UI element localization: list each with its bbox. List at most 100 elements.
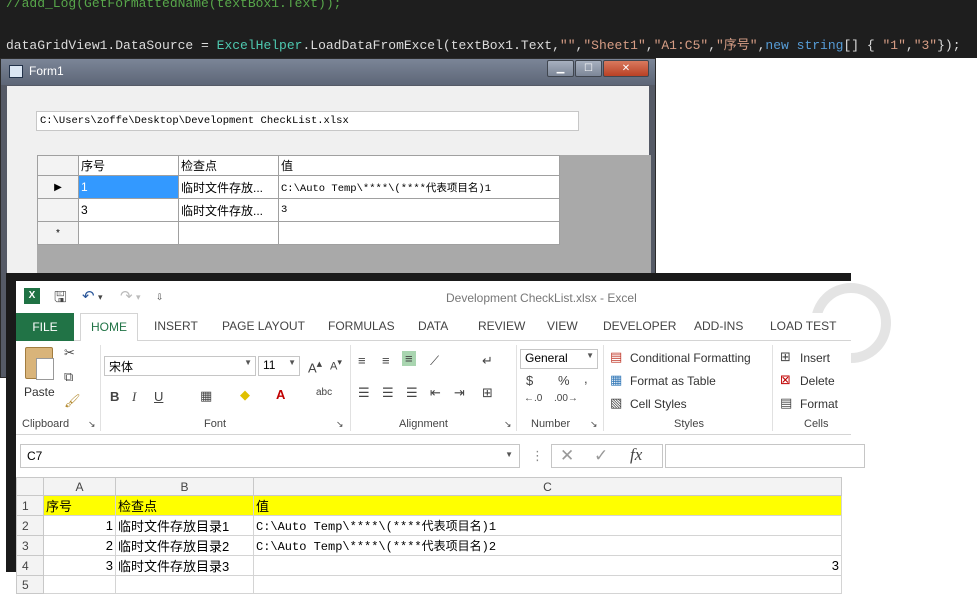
- font-size-select[interactable]: 11 ▼: [258, 356, 300, 376]
- decrease-font-icon[interactable]: A▾: [330, 357, 342, 373]
- close-button[interactable]: ✕: [603, 60, 649, 77]
- formula-input[interactable]: [665, 444, 865, 468]
- row-header[interactable]: 5: [16, 575, 44, 594]
- tab-page-layout[interactable]: PAGE LAYOUT: [222, 319, 305, 333]
- cell-a2[interactable]: 1: [43, 515, 116, 536]
- cell-b1[interactable]: 检查点: [115, 495, 254, 516]
- excel-titlebar[interactable]: X 🖫 ↶ ▾ ↷ ▾ ⇩ Development CheckList.xlsx…: [16, 281, 891, 363]
- cell-c2[interactable]: C:\Auto Temp\****\(****代表项目名)1: [253, 515, 842, 536]
- format-cells-icon[interactable]: ▤: [780, 395, 792, 411]
- form1-titlebar[interactable]: Form1 ▁ ☐ ✕: [1, 59, 655, 85]
- grid-column-header[interactable]: 序号: [78, 155, 179, 176]
- borders-icon[interactable]: ▦: [200, 388, 212, 404]
- dialog-launcher-icon[interactable]: ↘: [88, 419, 96, 430]
- cell-c3[interactable]: C:\Auto Temp\****\(****代表项目名)2: [253, 535, 842, 556]
- column-header-b[interactable]: B: [115, 477, 254, 496]
- column-header-a[interactable]: A: [43, 477, 116, 496]
- grid-cell[interactable]: [278, 221, 560, 245]
- row-selector-icon[interactable]: ▶: [37, 175, 79, 199]
- copy-icon[interactable]: ⧉: [64, 369, 73, 385]
- dialog-launcher-icon[interactable]: ↘: [336, 419, 344, 430]
- percent-icon[interactable]: %: [558, 373, 570, 388]
- cell-styles-icon[interactable]: ▧: [610, 395, 622, 411]
- phonetic-icon[interactable]: abc: [316, 387, 332, 398]
- delete-cells-button[interactable]: Delete: [800, 374, 835, 388]
- cell-b3[interactable]: 临时文件存放目录2: [115, 535, 254, 556]
- grid-column-header[interactable]: 值: [278, 155, 560, 176]
- format-as-table-icon[interactable]: ▦: [610, 372, 622, 388]
- name-box[interactable]: C7 ▼: [20, 444, 520, 468]
- undo-dropdown-icon[interactable]: ▾: [98, 292, 103, 303]
- orientation-icon[interactable]: ⟋: [430, 353, 439, 369]
- dialog-launcher-icon[interactable]: ↘: [590, 419, 598, 430]
- align-top-icon[interactable]: ≡: [358, 353, 366, 368]
- tab-insert[interactable]: INSERT: [154, 319, 198, 333]
- cell-a3[interactable]: 2: [43, 535, 116, 556]
- tab-file[interactable]: FILE: [16, 313, 74, 341]
- currency-icon[interactable]: $: [526, 373, 533, 388]
- fill-color-icon[interactable]: ◆: [240, 387, 250, 403]
- cell-a4[interactable]: 3: [43, 555, 116, 576]
- row-header[interactable]: 4: [16, 555, 44, 576]
- formula-bar-options-icon[interactable]: ⋮: [531, 448, 544, 464]
- file-path-textbox[interactable]: C:\Users\zoffe\Desktop\Development Check…: [36, 111, 579, 131]
- number-format-select[interactable]: General ▼: [520, 349, 598, 369]
- tab-review[interactable]: REVIEW: [478, 319, 525, 333]
- align-center-icon[interactable]: ☰: [382, 385, 394, 401]
- cell-c5[interactable]: [253, 575, 842, 594]
- grid-cell[interactable]: 临时文件存放...: [178, 198, 279, 222]
- grid-cell[interactable]: 1: [78, 175, 179, 199]
- wrap-text-icon[interactable]: ↵: [482, 353, 493, 369]
- increase-decimal-icon[interactable]: ←.0: [524, 393, 542, 404]
- select-all-corner[interactable]: [16, 477, 44, 496]
- cell-b4[interactable]: 临时文件存放目录3: [115, 555, 254, 576]
- cell-a5[interactable]: [43, 575, 116, 594]
- italic-icon[interactable]: I: [132, 389, 136, 405]
- grid-new-row[interactable]: *: [37, 221, 560, 245]
- row-header[interactable]: 1: [16, 495, 44, 516]
- redo-dropdown-icon[interactable]: ▾: [136, 292, 141, 303]
- customize-qat-icon[interactable]: ⇩: [156, 292, 164, 303]
- insert-cells-button[interactable]: Insert: [800, 351, 830, 365]
- format-as-table-button[interactable]: Format as Table: [630, 374, 716, 388]
- increase-indent-icon[interactable]: ⇥: [454, 385, 465, 401]
- conditional-formatting-icon[interactable]: ▤: [610, 349, 622, 365]
- tab-data[interactable]: DATA: [418, 319, 448, 333]
- column-header-c[interactable]: C: [253, 477, 842, 496]
- grid-row[interactable]: 3 临时文件存放... 3: [37, 198, 560, 222]
- row-header[interactable]: 2: [16, 515, 44, 536]
- paste-icon[interactable]: [25, 347, 54, 380]
- tab-formulas[interactable]: FORMULAS: [328, 319, 395, 333]
- cell-c4[interactable]: 3: [253, 555, 842, 576]
- align-left-icon[interactable]: ☰: [358, 385, 370, 401]
- font-name-select[interactable]: 宋体 ▼: [104, 356, 256, 376]
- grid-cell[interactable]: 3: [78, 198, 179, 222]
- delete-cells-icon[interactable]: ⊠: [780, 372, 791, 388]
- cell-a1[interactable]: 序号: [43, 495, 116, 516]
- align-middle-icon[interactable]: ≡: [382, 353, 390, 368]
- grid-cell[interactable]: 临时文件存放...: [178, 175, 279, 199]
- minimize-button[interactable]: ▁: [547, 60, 574, 77]
- align-right-icon[interactable]: ☰: [406, 385, 418, 401]
- insert-function-icon[interactable]: fx: [630, 445, 642, 465]
- maximize-button[interactable]: ☐: [575, 60, 602, 77]
- cell-c1[interactable]: 值: [253, 495, 842, 516]
- format-cells-button[interactable]: Format: [800, 397, 838, 411]
- decrease-indent-icon[interactable]: ⇤: [430, 385, 441, 401]
- dialog-launcher-icon[interactable]: ↘: [504, 419, 512, 430]
- new-row-icon[interactable]: *: [37, 221, 79, 245]
- redo-icon[interactable]: ↷: [120, 287, 133, 305]
- data-grid-view[interactable]: 序号 检查点 值 ▶ 1 临时文件存放... C:\Auto Temp\****…: [37, 155, 651, 283]
- worksheet-grid[interactable]: A B C 1 序号 检查点 值 2 1 临时文件存放目录1 C:\Auto T…: [16, 477, 851, 594]
- grid-row[interactable]: ▶ 1 临时文件存放... C:\Auto Temp\****\(****代表项…: [37, 175, 560, 199]
- grid-cell[interactable]: [78, 221, 179, 245]
- merge-center-icon[interactable]: ⊞: [482, 385, 493, 401]
- cell-b2[interactable]: 临时文件存放目录1: [115, 515, 254, 536]
- decrease-decimal-icon[interactable]: .00→: [554, 393, 578, 404]
- undo-icon[interactable]: ↶: [82, 287, 95, 305]
- cancel-icon[interactable]: ✕: [560, 446, 574, 466]
- cut-icon[interactable]: ✂: [64, 345, 75, 361]
- enter-icon[interactable]: ✓: [594, 446, 608, 466]
- grid-cell[interactable]: C:\Auto Temp\****\(****代表项目名)1: [278, 175, 560, 199]
- tab-add-ins[interactable]: ADD-INS: [694, 319, 743, 333]
